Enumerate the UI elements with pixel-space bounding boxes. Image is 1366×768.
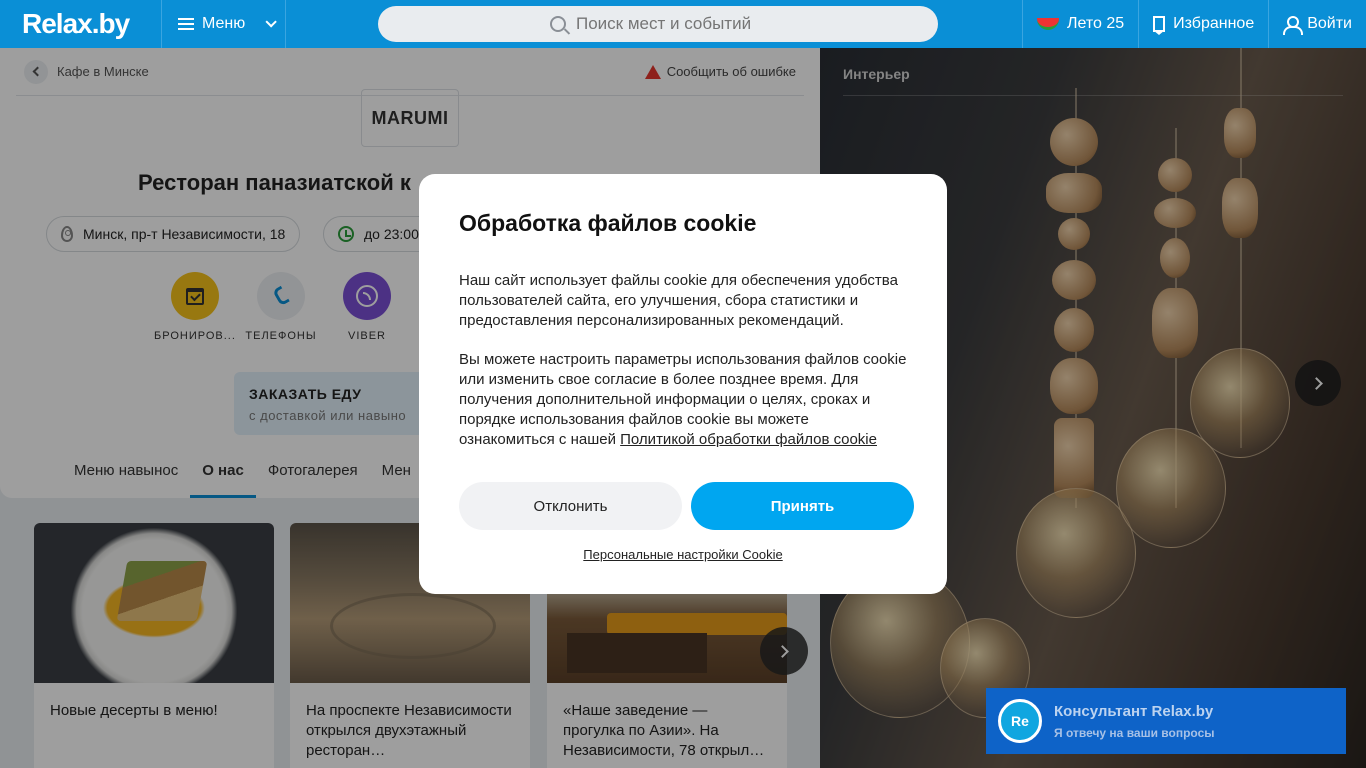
cookie-dialog-text-2: Вы можете настроить параметры использова… bbox=[459, 350, 907, 450]
cookie-dialog-title: Обработка файлов cookie bbox=[459, 210, 757, 236]
cookie-settings-link[interactable]: Персональные настройки Cookie bbox=[419, 547, 947, 562]
user-icon bbox=[1283, 16, 1304, 35]
search-bar[interactable] bbox=[378, 6, 938, 42]
cookie-policy-link[interactable]: Политикой обработки файлов cookie bbox=[620, 431, 877, 448]
summer-label: Лето 25 bbox=[1066, 15, 1125, 32]
consultant-text: Консультант Relax.by Я отвечу на ваши во… bbox=[1054, 703, 1215, 740]
search-icon bbox=[550, 16, 566, 32]
menu-label: Меню bbox=[202, 15, 246, 32]
consultant-title: Консультант Relax.by bbox=[1054, 702, 1214, 720]
watermelon-icon bbox=[1036, 18, 1059, 30]
menu-button[interactable]: Меню bbox=[162, 0, 286, 48]
bookmark-icon bbox=[1153, 16, 1166, 32]
favorites-link[interactable]: Избранное bbox=[1138, 0, 1268, 48]
cookie-dialog-buttons: Отклонить Принять bbox=[459, 482, 914, 530]
consultant-widget[interactable]: Re Консультант Relax.by Я отвечу на ваши… bbox=[986, 688, 1346, 754]
summer-link[interactable]: Лето 25 bbox=[1021, 0, 1138, 48]
site-logo[interactable]: Relax.by bbox=[0, 0, 162, 48]
login-label: Войти bbox=[1307, 15, 1352, 32]
cookie-dialog: Обработка файлов cookie Наш сайт использ… bbox=[419, 174, 947, 594]
login-link[interactable]: Войти bbox=[1268, 0, 1366, 48]
hamburger-icon bbox=[178, 18, 194, 30]
search-input[interactable] bbox=[576, 14, 766, 34]
accept-button[interactable]: Принять bbox=[691, 482, 914, 530]
cookie-dialog-text: Наш сайт использует файлы cookie для обе… bbox=[459, 272, 898, 329]
consultant-subtitle: Я отвечу на ваши вопросы bbox=[1054, 725, 1215, 740]
decline-button[interactable]: Отклонить bbox=[459, 482, 682, 530]
chevron-down-icon bbox=[265, 16, 278, 28]
favorites-label: Избранное bbox=[1173, 15, 1255, 32]
header-actions: Лето 25 Избранное Войти bbox=[1021, 0, 1366, 48]
top-header: Relax.by Меню Лето 25 Избранное Войти bbox=[0, 0, 1366, 48]
avatar: Re bbox=[998, 699, 1042, 743]
